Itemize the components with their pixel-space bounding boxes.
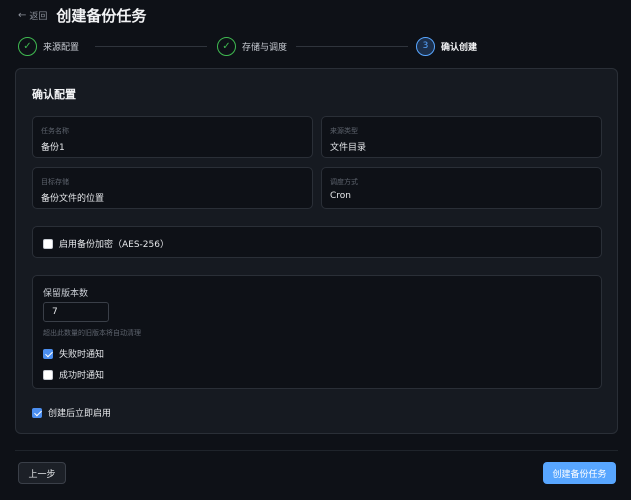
- page-header: ← 返回 创建备份任务: [18, 4, 146, 26]
- field-label: 来源类型: [330, 127, 358, 135]
- enable-after-create-option[interactable]: 创建后立即启用: [32, 406, 111, 419]
- encryption-section: 启用备份加密（AES-256）: [32, 226, 602, 258]
- schedule-type-field: 调度方式 Cron: [321, 167, 602, 209]
- retention-hint: 超出此数量的旧版本将自动清理: [43, 329, 141, 337]
- notify-success-option[interactable]: 成功时通知: [43, 368, 104, 381]
- encryption-label: 启用备份加密（AES-256）: [59, 240, 169, 250]
- step-source-config[interactable]: ✓ 来源配置: [18, 36, 79, 56]
- field-value: 备份文件的位置: [41, 194, 105, 204]
- confirm-card: 确认配置 任务名称 备份1 来源类型 文件目录 目标存储 备份文件的位置 调度方…: [15, 68, 618, 434]
- step-connector-2: [296, 46, 408, 47]
- field-label: 目标存储: [41, 178, 69, 186]
- previous-step-button[interactable]: 上一步: [18, 462, 66, 484]
- step-confirm-create[interactable]: 3 确认创建: [416, 36, 477, 56]
- step-label: 确认创建: [441, 42, 478, 53]
- field-label: 调度方式: [330, 178, 358, 186]
- field-value: 文件目录: [330, 143, 367, 153]
- notify-fail-label: 失败时通知: [59, 350, 105, 360]
- check-icon: ✓: [18, 36, 37, 56]
- check-icon: ✓: [217, 36, 236, 56]
- field-value: Cron: [330, 191, 351, 201]
- encryption-checkbox[interactable]: [43, 238, 53, 249]
- page-title: 创建备份任务: [56, 6, 147, 25]
- back-label: 返回: [29, 11, 48, 22]
- card-title: 确认配置: [32, 88, 76, 101]
- step-label: 存储与调度: [242, 42, 288, 53]
- footer-divider: [15, 450, 618, 451]
- field-label: 任务名称: [41, 127, 69, 135]
- task-name-field: 任务名称 备份1: [32, 116, 313, 158]
- step-label: 来源配置: [43, 42, 80, 53]
- step-storage-schedule[interactable]: ✓ 存储与调度: [217, 36, 287, 56]
- retention-section: 保留版本数 7 超出此数量的旧版本将自动清理 失败时通知 成功时通知: [32, 275, 602, 389]
- field-value: 备份1: [41, 143, 65, 153]
- step-connector-1: [95, 46, 207, 47]
- create-backup-button[interactable]: 创建备份任务: [543, 462, 616, 484]
- retention-count-input[interactable]: 7: [43, 302, 109, 322]
- notify-success-checkbox[interactable]: [43, 369, 53, 380]
- retention-title: 保留版本数: [43, 289, 89, 299]
- enable-after-create-label: 创建后立即启用: [48, 409, 112, 419]
- enable-after-create-checkbox[interactable]: [32, 407, 42, 418]
- encryption-option[interactable]: 启用备份加密（AES-256）: [43, 237, 169, 250]
- notify-success-label: 成功时通知: [59, 371, 105, 381]
- source-type-field: 来源类型 文件目录: [321, 116, 602, 158]
- create-backup-page: ← 返回 创建备份任务 ✓ 来源配置 ✓ 存储与调度 3 确认创建 确认配置 任…: [0, 0, 631, 500]
- step-number-badge: 3: [416, 36, 435, 56]
- back-link[interactable]: ← 返回: [18, 9, 47, 22]
- arrow-left-icon: ←: [18, 9, 27, 21]
- notify-fail-checkbox[interactable]: [43, 348, 53, 359]
- target-storage-field: 目标存储 备份文件的位置: [32, 167, 313, 209]
- notify-fail-option[interactable]: 失败时通知: [43, 347, 104, 360]
